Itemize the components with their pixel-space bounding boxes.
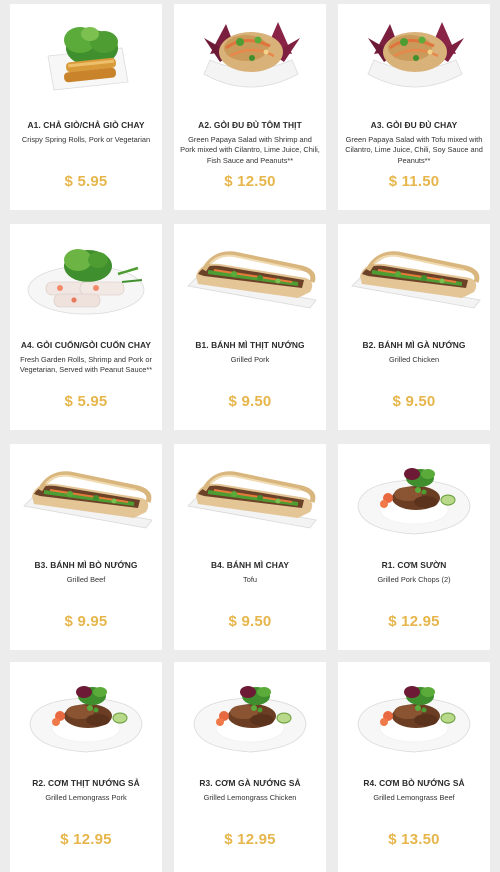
menu-item-card[interactable]: B4. BÁNH MÌ CHAY Tofu $ 9.50 xyxy=(174,444,326,650)
banh-mi-tofu-image xyxy=(174,444,326,544)
item-name: A2. GỎI ĐU ĐỦ TÔM THỊT xyxy=(198,120,302,130)
item-description: Grilled Lemongrass Pork xyxy=(45,793,127,802)
menu-item-card[interactable]: A1. CHẢ GIÒ/CHẢ GIÒ CHAY Crispy Spring R… xyxy=(10,4,162,210)
menu-item-card[interactable]: B3. BÁNH MÌ BÒ NƯỚNG Grilled Beef $ 9.95 xyxy=(10,444,162,650)
garden-rolls-image xyxy=(26,247,146,316)
banh-mi-beef-image xyxy=(10,444,162,544)
menu-item-card[interactable]: R2. CƠM THỊT NƯỚNG SẢ Grilled Lemongrass… xyxy=(10,662,162,872)
item-description: Grilled Beef xyxy=(66,575,106,584)
item-name: B4. BÁNH MÌ CHAY xyxy=(210,560,290,570)
item-name: B2. BÁNH MÌ GÀ NƯỚNG xyxy=(362,340,466,350)
menu-item-card[interactable]: R1. CƠM SƯỜN Grilled Pork Chops (2) $ 12… xyxy=(338,444,490,650)
papaya-salad-image xyxy=(202,20,302,89)
menu-item-card[interactable]: A2. GỎI ĐU ĐỦ TÔM THỊT Green Papaya Sala… xyxy=(174,4,326,210)
item-price: $ 9.50 xyxy=(228,393,272,410)
pork-chop-rice-image xyxy=(357,467,471,535)
item-description: Fresh Garden Rolls, Shrimp and Pork or V… xyxy=(19,355,153,375)
lemongrass-pork-rice-image xyxy=(29,685,143,753)
item-description: Green Papaya Salad with Shrimp and Pork … xyxy=(180,135,320,165)
item-name: B1. BÁNH MÌ THỊT NƯỚNG xyxy=(195,340,305,350)
item-description: Tofu xyxy=(243,575,257,584)
item-description: Grilled Pork xyxy=(230,355,270,364)
spring-rolls-image xyxy=(47,26,129,91)
item-name: A4. GỎI CUỐN/GỎI CUỐN CHAY xyxy=(20,340,152,350)
item-price: $ 12.95 xyxy=(224,831,276,848)
menu-item-card[interactable]: R3. CƠM GÀ NƯỚNG SẢ Grilled Lemongrass C… xyxy=(174,662,326,872)
item-price: $ 5.95 xyxy=(64,393,108,410)
item-name: A1. CHẢ GIÒ/CHẢ GIÒ CHAY xyxy=(27,120,145,130)
item-price: $ 9.95 xyxy=(64,613,108,630)
item-description: Grilled Lemongrass Beef xyxy=(373,793,455,802)
item-description: Grilled Lemongrass Chicken xyxy=(203,793,297,802)
item-name: R2. CƠM THỊT NƯỚNG SẢ xyxy=(32,778,140,788)
item-name: A3. GỎI ĐU ĐỦ CHAY xyxy=(370,120,458,130)
banh-mi-chicken-image xyxy=(338,224,490,324)
item-price: $ 12.95 xyxy=(60,831,112,848)
lemongrass-beef-rice-image xyxy=(357,685,471,753)
item-price: $ 12.50 xyxy=(224,173,276,190)
item-description: Grilled Pork Chops (2) xyxy=(377,575,451,584)
item-price: $ 9.50 xyxy=(228,613,272,630)
item-price: $ 13.50 xyxy=(388,831,440,848)
menu-item-card[interactable]: A4. GỎI CUỐN/GỎI CUỐN CHAY Fresh Garden … xyxy=(10,224,162,430)
item-price: $ 12.95 xyxy=(388,613,440,630)
banh-mi-pork-image xyxy=(174,224,326,324)
menu-item-card[interactable]: B1. BÁNH MÌ THỊT NƯỚNG Grilled Pork $ 9.… xyxy=(174,224,326,430)
item-price: $ 9.50 xyxy=(392,393,436,410)
item-price: $ 5.95 xyxy=(64,173,108,190)
item-name: R4. CƠM BÒ NƯỚNG SẢ xyxy=(363,778,465,788)
menu-item-card[interactable]: A3. GỎI ĐU ĐỦ CHAY Green Papaya Salad wi… xyxy=(338,4,490,210)
item-description: Crispy Spring Rolls, Pork or Vegetarian xyxy=(21,135,151,144)
papaya-salad-tofu-image xyxy=(366,20,466,89)
item-description: Green Papaya Salad with Tofu mixed with … xyxy=(345,135,483,165)
lemongrass-chicken-rice-image xyxy=(193,685,307,753)
item-name: B3. BÁNH MÌ BÒ NƯỚNG xyxy=(34,560,138,570)
menu-item-card[interactable]: R4. CƠM BÒ NƯỚNG SẢ Grilled Lemongrass B… xyxy=(338,662,490,872)
menu-grid: A1. CHẢ GIÒ/CHẢ GIÒ CHAY Crispy Spring R… xyxy=(0,0,500,872)
item-price: $ 11.50 xyxy=(388,173,440,190)
item-name: R3. CƠM GÀ NƯỚNG SẢ xyxy=(199,778,301,788)
item-description: Grilled Chicken xyxy=(388,355,440,364)
menu-item-card[interactable]: B2. BÁNH MÌ GÀ NƯỚNG Grilled Chicken $ 9… xyxy=(338,224,490,430)
item-name: R1. CƠM SƯỜN xyxy=(381,560,447,570)
